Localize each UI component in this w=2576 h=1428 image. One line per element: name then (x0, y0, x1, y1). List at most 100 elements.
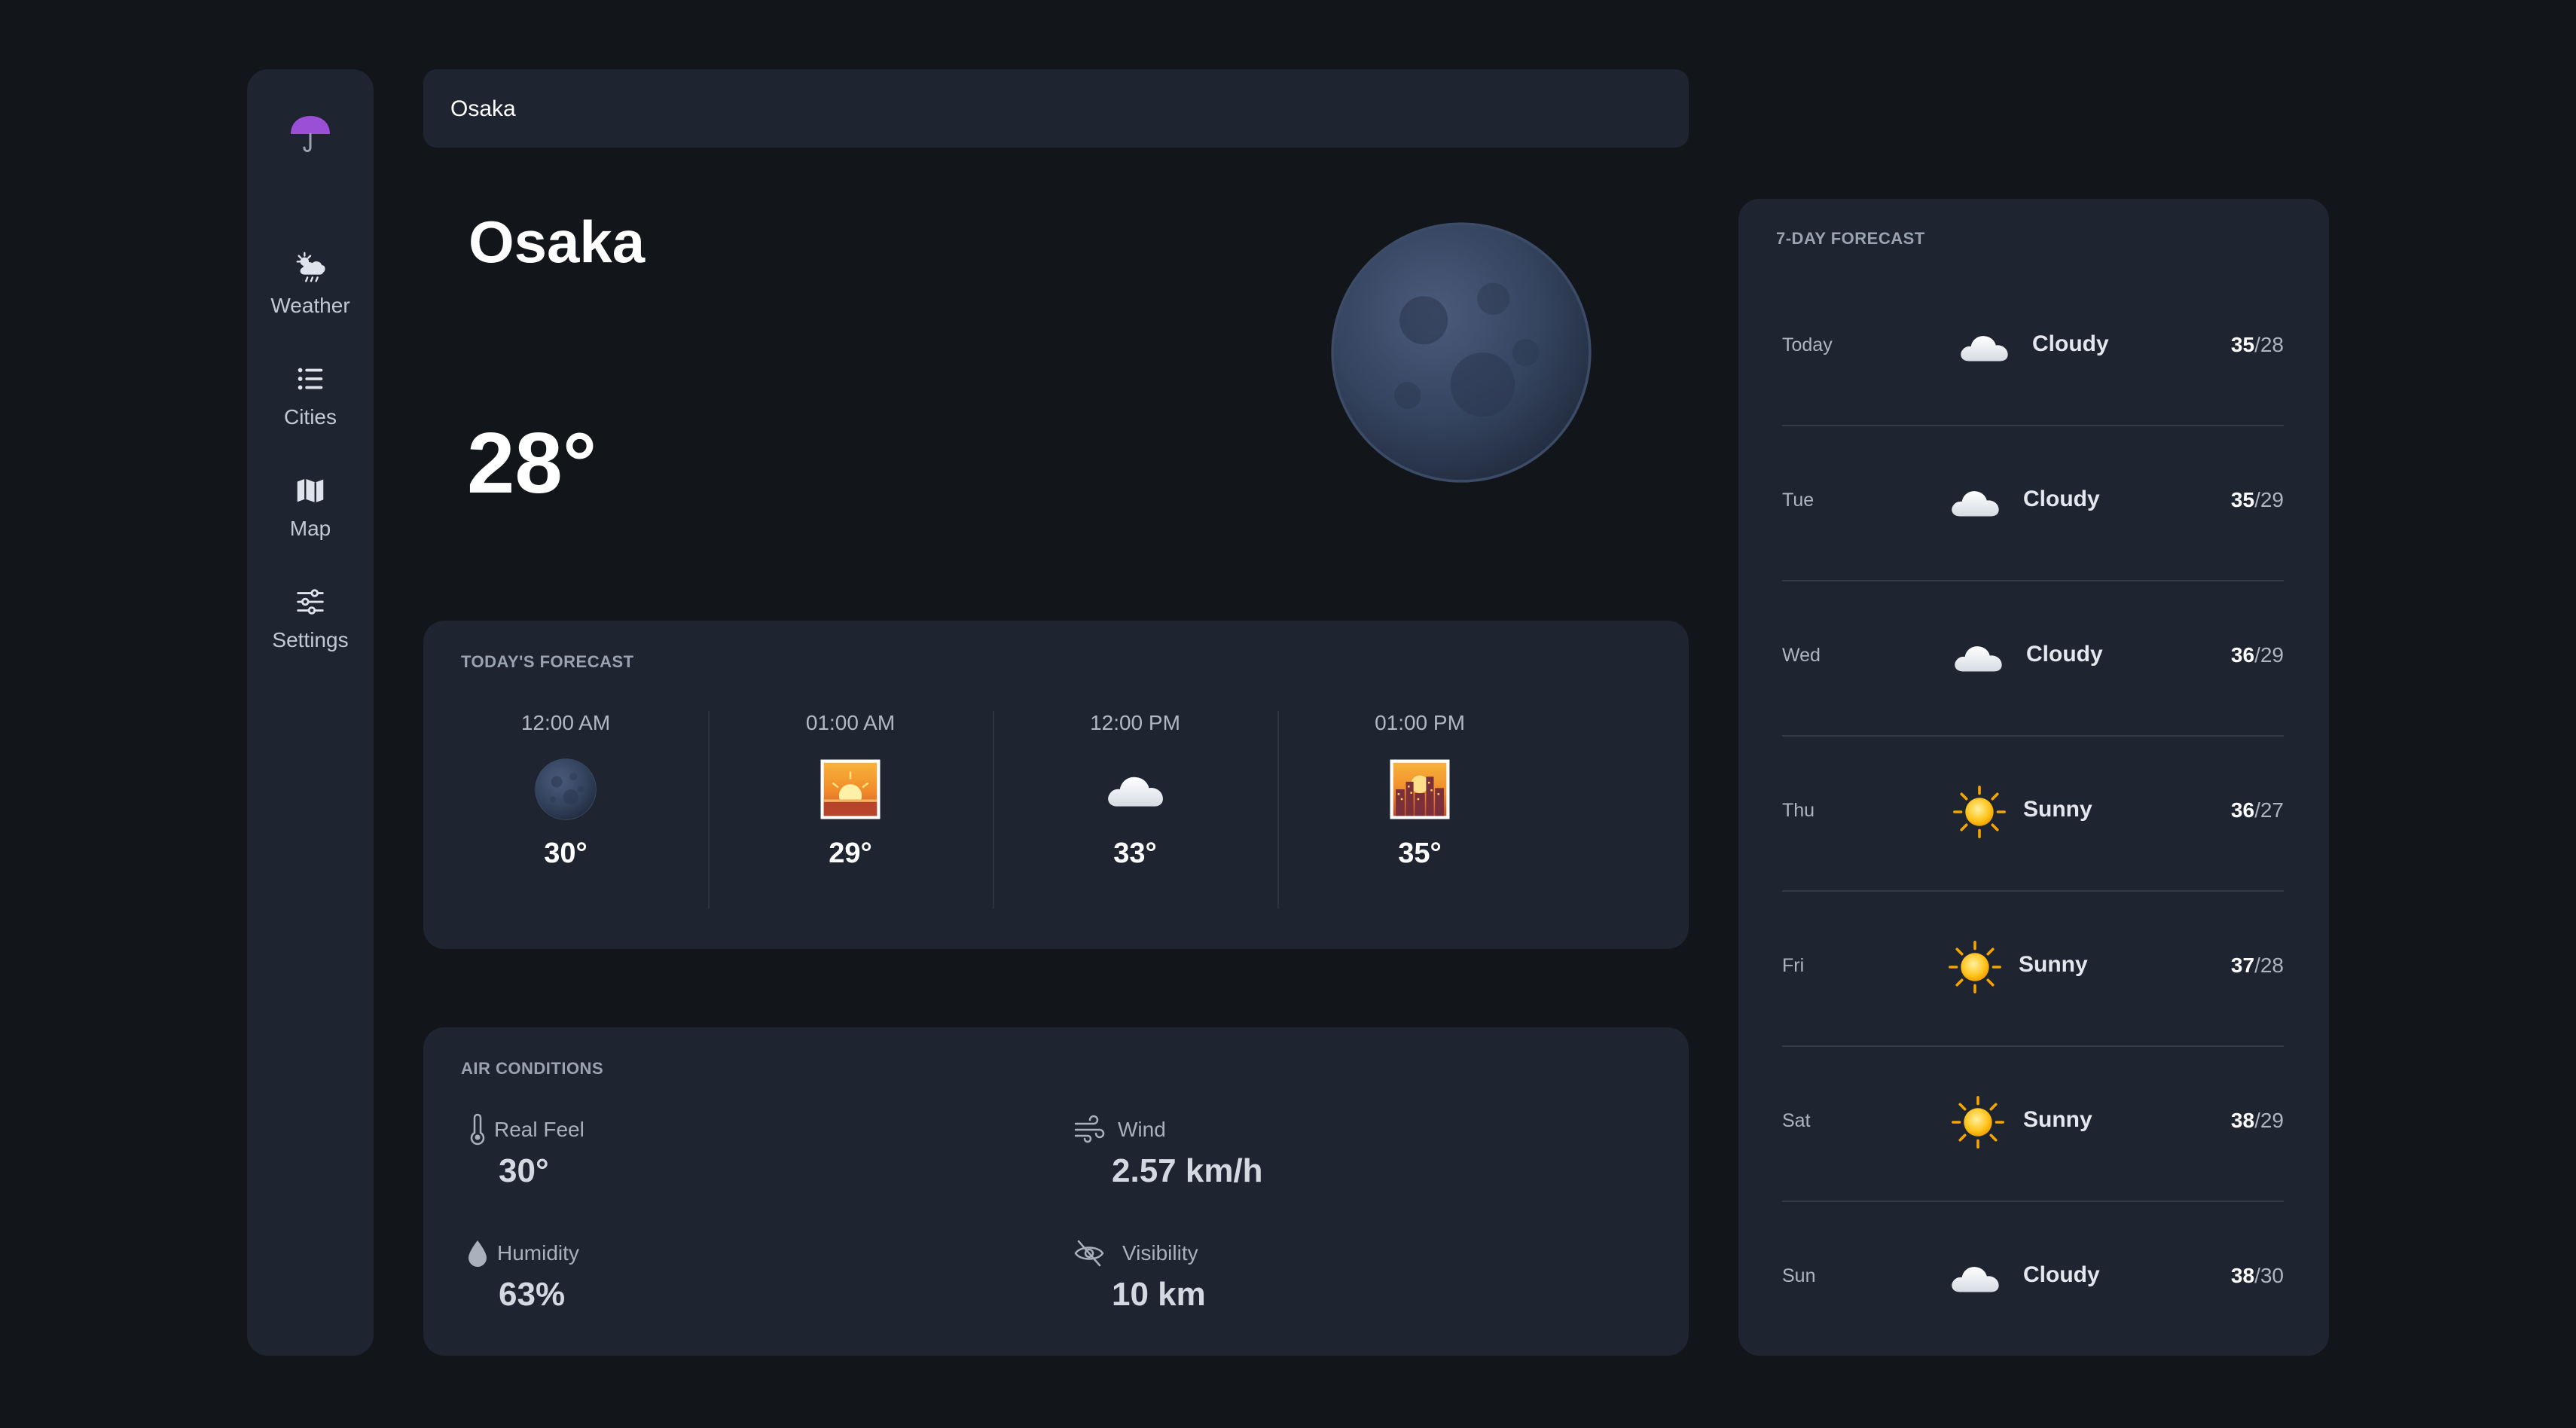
day-name: Sat (1782, 1110, 1811, 1131)
day-temperature: 36/29 (2231, 643, 2284, 667)
condition-label: Real Feel (494, 1118, 584, 1141)
day-row: Sun Cloudy 38/30 (1782, 1201, 2284, 1356)
day-temperature: 38/29 (2231, 1109, 2284, 1133)
hour-time: 12:00 PM (1090, 711, 1180, 734)
cloud-icon (1951, 630, 2005, 684)
nav-item-settings[interactable]: Settings (247, 584, 374, 667)
condition-label: Humidity (497, 1241, 579, 1265)
day-high: 38 (2230, 1264, 2255, 1287)
day-temperature: 38/30 (2231, 1264, 2284, 1288)
nav-label-map: Map (289, 517, 331, 540)
condition-label: Visibility (1122, 1241, 1198, 1265)
day-row: Wed Cloudy 36/29 (1782, 580, 2284, 737)
day-row: Thu Sunny 36/27 (1782, 735, 2284, 892)
day-name: Wed (1782, 645, 1821, 666)
search-input[interactable] (449, 69, 1657, 149)
condition-value: 30° (499, 1152, 549, 1189)
thermometer-icon (470, 1113, 485, 1146)
condition-wind: Wind 2.57 km/h (1073, 1113, 1600, 1211)
day-temperature: 35/29 (2231, 488, 2284, 512)
condition-real-feel: Real Feel 30° (461, 1113, 988, 1211)
day-low: /28 (2254, 333, 2284, 356)
day-low: /29 (2254, 643, 2284, 667)
day-low: /28 (2254, 954, 2284, 977)
condition-value: 10 km (1112, 1276, 1206, 1313)
city-name: Osaka (469, 209, 646, 275)
day-row: Fri Sunny 37/28 (1782, 890, 2284, 1047)
day-high: 36 (2230, 798, 2255, 822)
day-temperature: 35/28 (2231, 333, 2284, 357)
nav-item-map[interactable]: Map (247, 473, 374, 556)
hour-forecast: 12:00 AM 30° (423, 711, 710, 908)
wind-icon (1074, 1115, 1105, 1143)
list-icon (298, 368, 323, 390)
condition-visibility: Visibility 10 km (1073, 1237, 1600, 1335)
air-conditions-card: AIR CONDITIONS Real Feel 30° Wind 2.57 k… (423, 1027, 1689, 1356)
day-name: Tue (1782, 490, 1814, 511)
day-low: /29 (2254, 1109, 2284, 1132)
day-condition: Sunny (2023, 1107, 2092, 1132)
moon-icon (1327, 218, 1595, 487)
day-temperature: 36/27 (2231, 798, 2284, 822)
day-condition: Sunny (2019, 952, 2088, 977)
day-high: 35 (2230, 488, 2255, 511)
day-name: Sun (1782, 1265, 1816, 1286)
day-name: Today (1782, 334, 1833, 355)
umbrella-logo-icon[interactable] (286, 111, 334, 160)
sun-icon (1952, 785, 2007, 839)
day-high: 36 (2230, 643, 2255, 667)
sun-icon (1948, 940, 2002, 994)
moon-icon (534, 758, 597, 821)
sidebar: Weather Cities Map Settings (247, 69, 374, 1356)
weekly-forecast-card: 7-DAY FORECAST Today Cloudy 35/28 Tue Cl… (1738, 199, 2329, 1356)
condition-value: 63% (499, 1276, 566, 1313)
hour-time: 01:00 AM (805, 711, 896, 734)
day-low: /29 (2254, 488, 2284, 511)
condition-humidity: Humidity 63% (461, 1237, 988, 1335)
cloud-icon (1103, 758, 1167, 821)
hour-forecast: 01:00 PM 35° (1277, 711, 1562, 908)
sliders-icon (297, 589, 324, 615)
day-row: Sat Sunny 38/29 (1782, 1045, 2284, 1202)
current-temperature: 28° (467, 416, 597, 511)
hour-temp: 30° (544, 838, 588, 869)
hour-temp: 35° (1398, 838, 1442, 869)
nav-item-weather[interactable]: Weather (247, 250, 374, 333)
day-high: 38 (2230, 1109, 2255, 1132)
cloud-icon (1948, 474, 2002, 529)
day-temperature: 37/28 (2231, 954, 2284, 978)
nav-item-cities[interactable]: Cities (247, 362, 374, 444)
hour-time: 12:00 AM (520, 711, 611, 734)
weather-icon (296, 252, 325, 282)
hour-temp: 33° (1113, 838, 1157, 869)
weekly-forecast-title: 7-DAY FORECAST (1776, 229, 1925, 248)
hour-forecast: 12:00 PM 33° (993, 711, 1279, 908)
day-high: 37 (2230, 954, 2255, 977)
sun-icon (1951, 1095, 2005, 1149)
day-low: /27 (2254, 798, 2284, 822)
droplet-icon (469, 1240, 487, 1267)
day-condition: Sunny (2023, 797, 2092, 822)
day-condition: Cloudy (2032, 331, 2109, 356)
search-bar (423, 69, 1689, 149)
today-forecast-card: TODAY'S FORECAST 12:00 AM 30° 01:00 AM 2… (423, 621, 1689, 949)
nav-label-cities: Cities (283, 405, 337, 429)
cloud-icon (1948, 1250, 2002, 1304)
hour-temp: 29° (829, 838, 872, 869)
hour-time: 01:00 PM (1375, 711, 1465, 734)
air-conditions-title: AIR CONDITIONS (461, 1059, 604, 1078)
map-icon (297, 478, 324, 503)
day-name: Fri (1782, 955, 1805, 976)
nav-label-weather: Weather (270, 294, 350, 317)
day-condition: Cloudy (2023, 487, 2100, 511)
hour-forecast: 01:00 AM 29° (708, 711, 994, 908)
city-sunset-icon (1388, 758, 1451, 821)
condition-label: Wind (1118, 1118, 1166, 1141)
condition-value: 2.57 km/h (1112, 1152, 1263, 1189)
day-high: 35 (2230, 333, 2255, 356)
cloud-icon (1957, 319, 2011, 374)
sunrise-icon (819, 758, 882, 821)
day-name: Thu (1782, 800, 1815, 821)
day-row: Today Cloudy 35/28 (1782, 270, 2284, 426)
nav-label-settings: Settings (272, 628, 349, 651)
